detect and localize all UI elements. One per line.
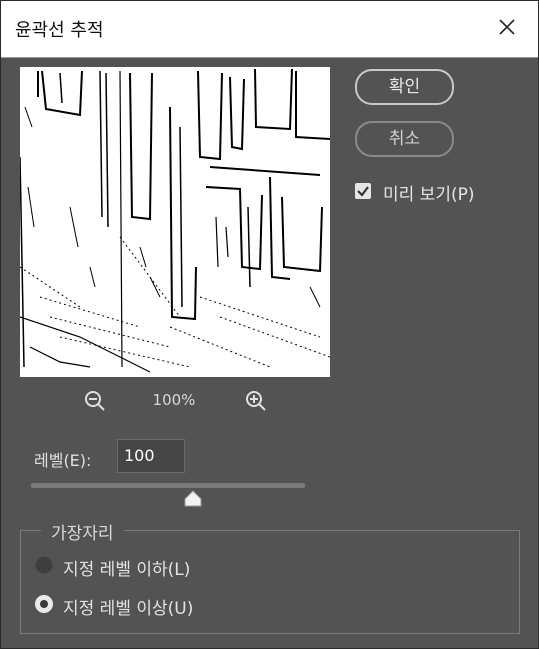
preview-image[interactable]: [20, 67, 330, 377]
title-bar: 윤곽선 추적: [1, 1, 538, 58]
level-slider-track[interactable]: [31, 483, 305, 488]
level-slider-thumb[interactable]: [184, 490, 202, 507]
level-label: 레벨(E):: [34, 451, 92, 470]
zoom-out-icon: [83, 391, 107, 417]
radio-above-level[interactable]: [35, 595, 53, 613]
trace-contour-dialog: 윤곽선 추적 100% 확인 취소 미리 보기(P) 레벨(E): 100 가장…: [0, 0, 539, 649]
zoom-in-icon: [244, 391, 268, 417]
radio-above-level-label[interactable]: 지정 레벨 이상(U): [63, 594, 193, 619]
radio-below-level-label[interactable]: 지정 레벨 이하(L): [63, 555, 190, 580]
dialog-title: 윤곽선 추적: [15, 20, 104, 41]
radio-below-level[interactable]: [35, 556, 53, 574]
cancel-button[interactable]: 취소: [355, 121, 454, 157]
ok-button[interactable]: 확인: [355, 69, 454, 105]
preview-checkbox-label[interactable]: 미리 보기(P): [383, 180, 474, 205]
level-input[interactable]: [117, 439, 185, 473]
zoom-in-button[interactable]: [244, 389, 268, 413]
zoom-out-button[interactable]: [83, 389, 107, 413]
preview-checkbox[interactable]: [355, 183, 371, 199]
close-icon: [498, 18, 516, 40]
checkmark-icon: [355, 184, 371, 203]
edge-group-title: 가장자리: [41, 519, 124, 544]
zoom-level: 100%: [152, 391, 196, 409]
close-button[interactable]: [487, 10, 527, 48]
